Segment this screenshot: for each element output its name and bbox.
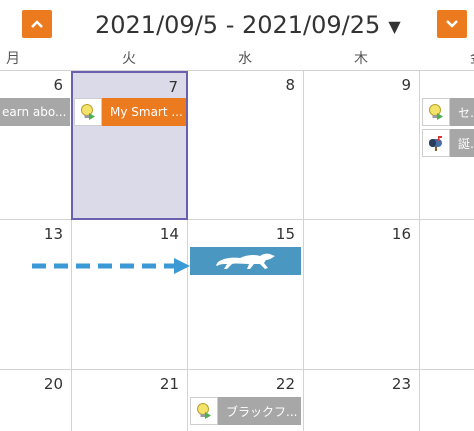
event-learn-about[interactable]: earn abo...: [0, 98, 70, 126]
day-cell-8[interactable]: 8: [188, 71, 304, 220]
day-cell-9[interactable]: 9: [304, 71, 420, 220]
day-number: 20: [43, 375, 63, 393]
day-number: 7: [168, 78, 178, 96]
day-number: 6: [53, 76, 63, 94]
mailbox-icon: [422, 129, 450, 157]
day-cell-24[interactable]: [420, 370, 474, 431]
caret-down-icon: ▼: [388, 17, 401, 36]
day-number: 21: [159, 375, 179, 393]
day-cell-13[interactable]: 13: [0, 220, 72, 370]
day-cell-20[interactable]: 20: [0, 370, 72, 431]
weekday-mon: 月: [6, 51, 20, 67]
event-label: セー: [458, 105, 474, 120]
date-range-selector[interactable]: 2021/09/5 - 2021/09/25 ▼: [95, 8, 401, 42]
lightbulb-play-icon: [190, 397, 218, 425]
day-number: 22: [275, 375, 295, 393]
panther-icon: [215, 253, 275, 269]
event-birthday[interactable]: 誕生: [422, 129, 474, 157]
event-se[interactable]: セー: [422, 98, 474, 126]
event-black-friday[interactable]: ブラックフ...: [190, 397, 301, 425]
day-cell-14[interactable]: 14: [72, 220, 188, 370]
weekday-tue: 火: [122, 51, 136, 67]
event-label: ブラックフ...: [226, 404, 298, 419]
event-label: My Smart ...: [110, 105, 183, 119]
previous-period-button[interactable]: [22, 10, 52, 38]
day-cell-21[interactable]: 21: [72, 370, 188, 431]
day-cell-23[interactable]: 23: [304, 370, 420, 431]
chevron-down-icon: [446, 20, 458, 28]
day-number: 23: [391, 375, 411, 393]
weekday-thu: 木: [354, 51, 368, 67]
event-my-smart[interactable]: My Smart ...: [74, 98, 186, 126]
chevron-up-icon: [31, 20, 43, 28]
day-cell-15[interactable]: 15: [188, 220, 304, 370]
day-number: 16: [391, 225, 411, 243]
lightbulb-play-icon: [74, 98, 102, 126]
event-label: 誕生: [458, 136, 474, 151]
event-panther[interactable]: [190, 247, 301, 275]
weekday-wed: 水: [238, 51, 252, 67]
day-cell-6[interactable]: 6: [0, 71, 72, 220]
next-period-button[interactable]: [437, 10, 467, 38]
day-number: 15: [275, 225, 295, 243]
day-number: 13: [43, 225, 63, 243]
day-cell-16[interactable]: 16: [304, 220, 420, 370]
lightbulb-play-icon: [422, 98, 450, 126]
day-number: 8: [285, 76, 295, 94]
day-cell-7-selected[interactable]: 7: [71, 71, 188, 220]
weekday-header: 月 火 水 木 金: [0, 48, 474, 71]
date-range-label: 2021/09/5 - 2021/09/25: [95, 11, 381, 39]
day-number: 14: [159, 225, 179, 243]
day-cell-17[interactable]: [420, 220, 474, 370]
weekday-fri: 金: [419, 48, 474, 70]
event-label: earn abo...: [2, 105, 67, 119]
drag-arrow-icon: [32, 258, 190, 274]
day-number: 9: [401, 76, 411, 94]
calendar-header: 2021/09/5 - 2021/09/25 ▼: [0, 0, 474, 48]
